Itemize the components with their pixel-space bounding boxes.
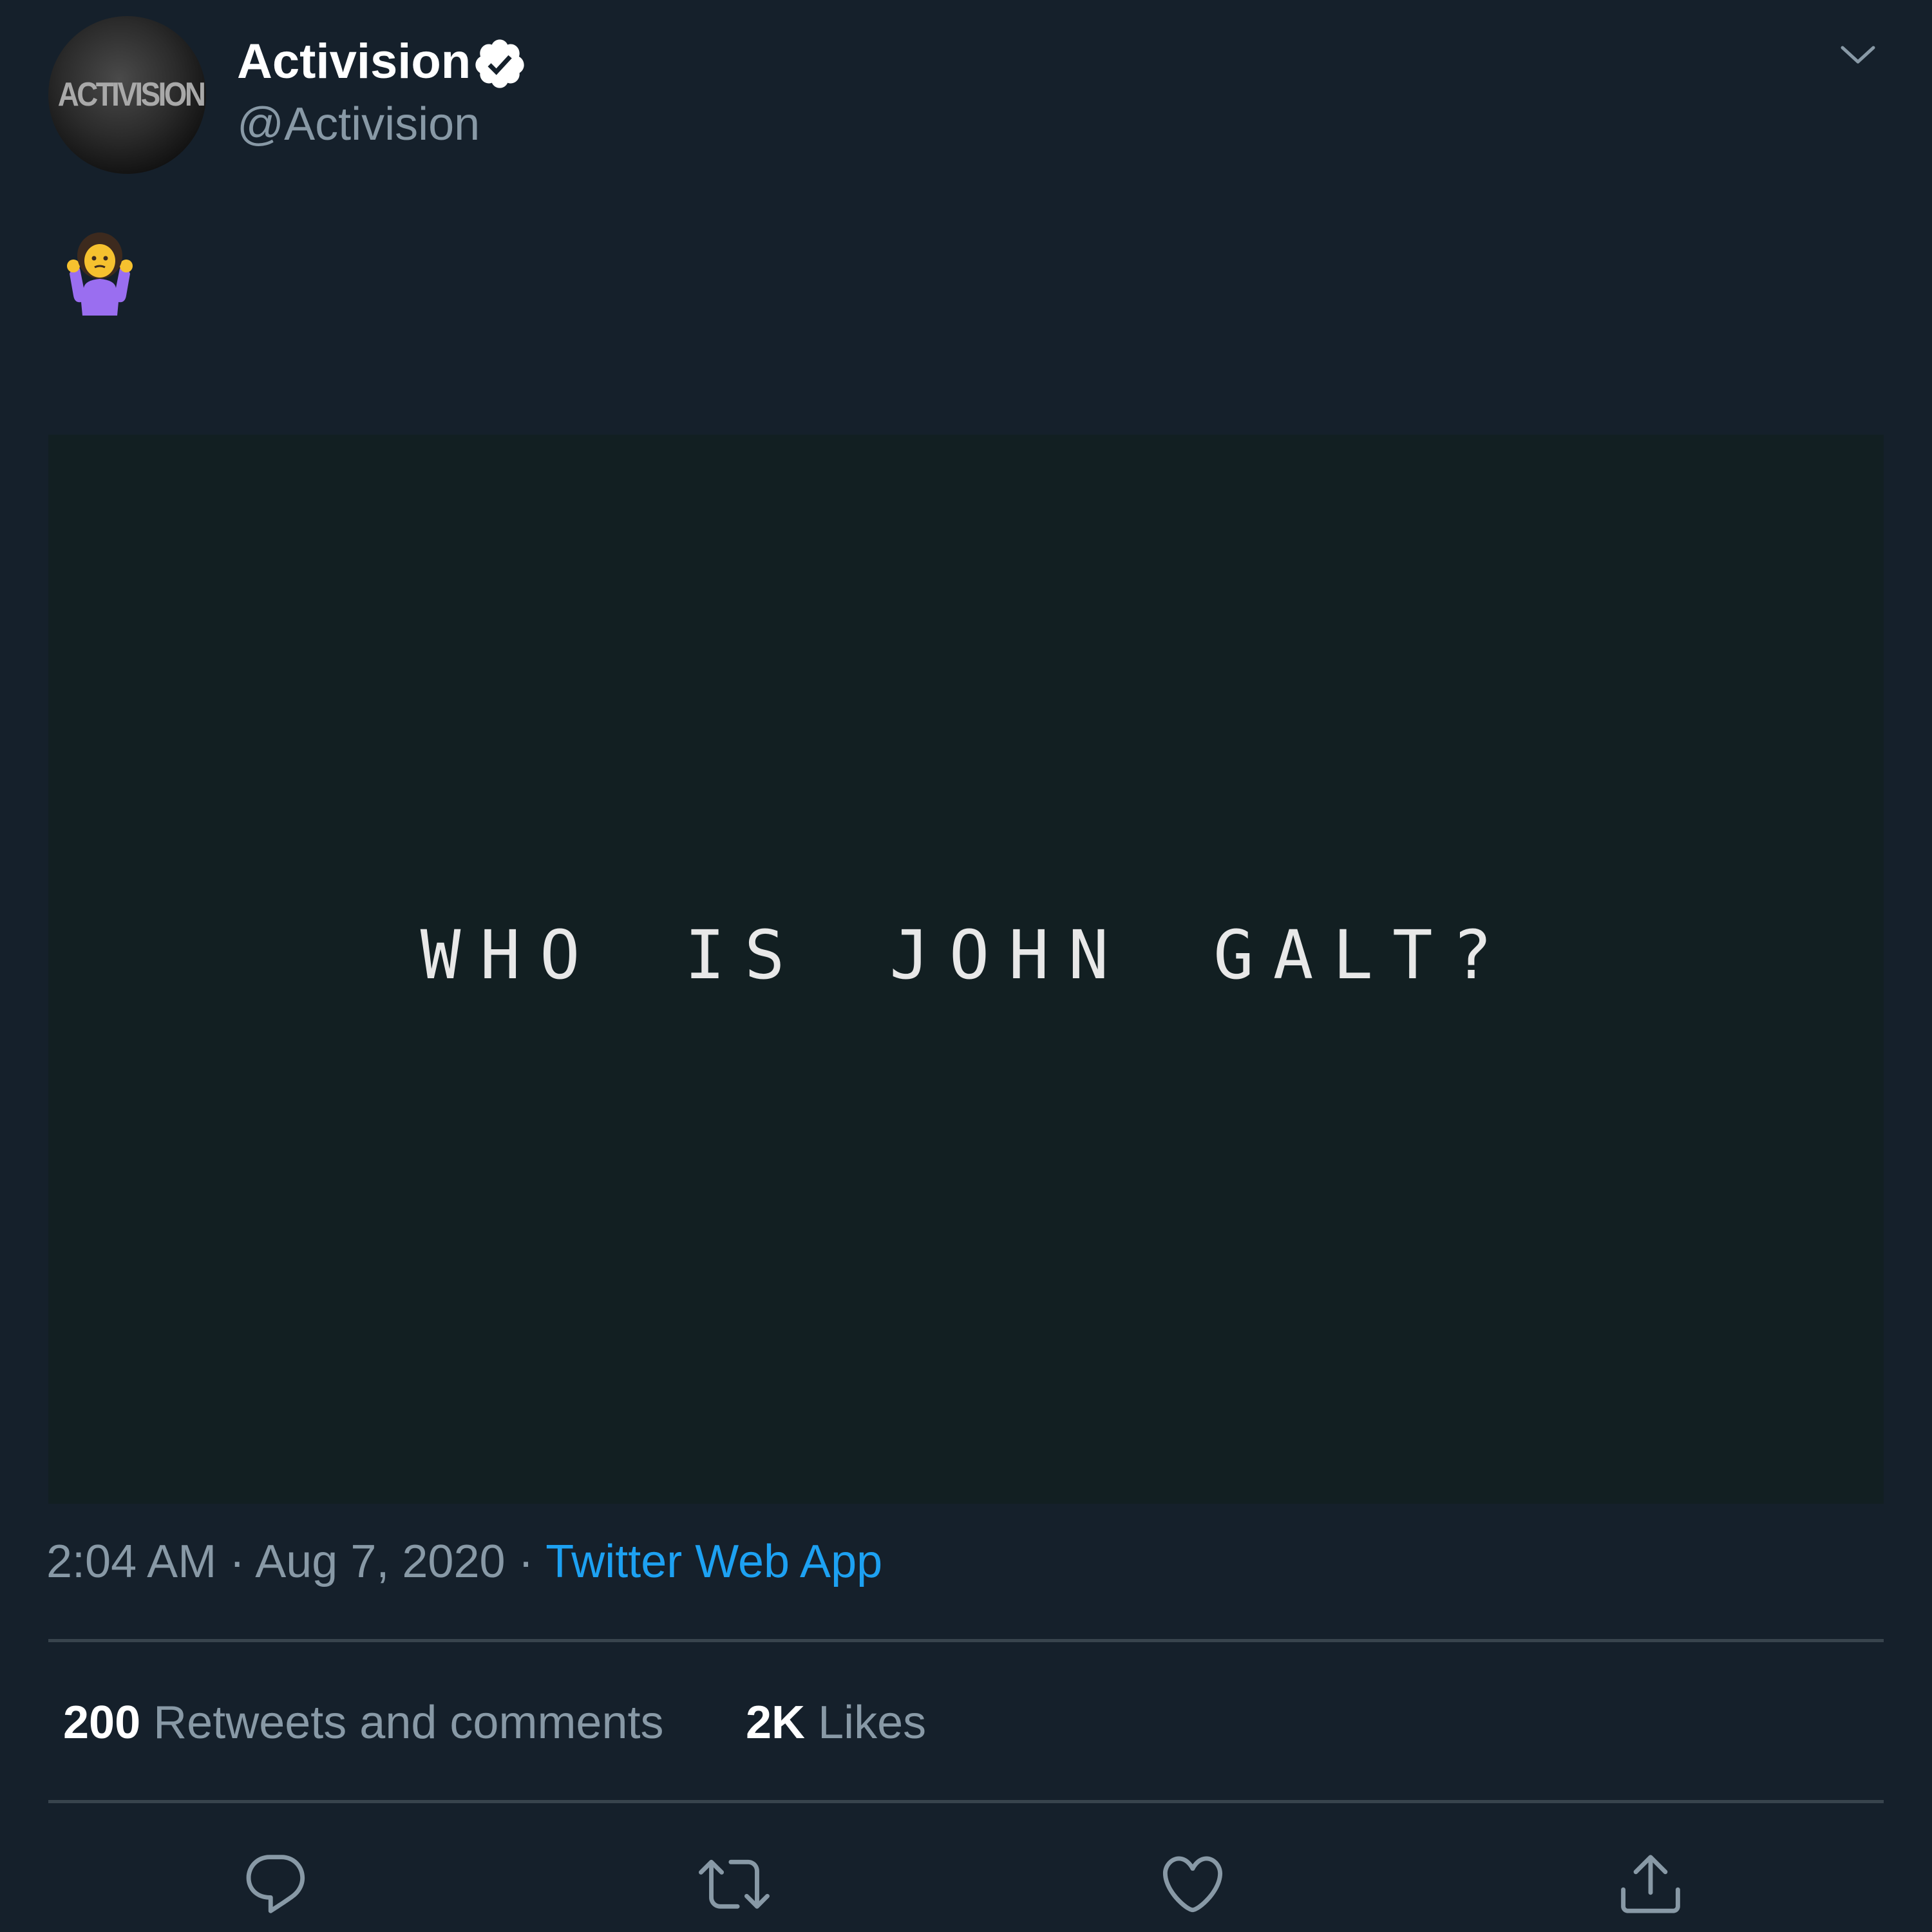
likes-count: 2K bbox=[746, 1697, 806, 1748]
like-icon bbox=[1162, 1856, 1223, 1913]
retweet-icon bbox=[699, 1859, 770, 1909]
retweets-count: 200 bbox=[63, 1697, 141, 1748]
likes-label: Likes bbox=[818, 1697, 927, 1748]
retweet-button[interactable] bbox=[699, 1848, 770, 1919]
tweet-time[interactable]: 2:04 AM bbox=[46, 1536, 216, 1587]
share-button[interactable] bbox=[1615, 1848, 1686, 1919]
reply-button[interactable] bbox=[240, 1848, 311, 1919]
retweets-stat[interactable]: 200 Retweets and comments bbox=[63, 1694, 664, 1752]
likes-stat[interactable]: 2K Likes bbox=[746, 1694, 926, 1752]
like-button[interactable] bbox=[1157, 1848, 1228, 1919]
divider bbox=[48, 1639, 1884, 1642]
divider bbox=[48, 1800, 1884, 1803]
reply-icon bbox=[246, 1855, 305, 1913]
tweet-timestamp-line: 2:04 AM · Aug 7, 2020 · Twitter Web App bbox=[46, 1533, 882, 1591]
chevron-down-icon[interactable] bbox=[1839, 39, 1877, 71]
tweet-detail: ACTIVISION Activision @Activision WHO IS… bbox=[0, 0, 1932, 1932]
tweet-source-link[interactable]: Twitter Web App bbox=[545, 1536, 882, 1587]
person-shrugging-emoji-icon bbox=[67, 232, 133, 316]
media-caption-text: WHO IS JOHN GALT? bbox=[420, 916, 1512, 994]
share-icon bbox=[1621, 1855, 1680, 1913]
meta-separator: · bbox=[518, 1536, 534, 1587]
retweets-label: Retweets and comments bbox=[153, 1697, 664, 1748]
avatar[interactable]: ACTIVISION bbox=[48, 16, 206, 174]
user-handle[interactable]: @Activision bbox=[237, 95, 480, 153]
verified-badge-icon bbox=[475, 39, 524, 88]
meta-separator: · bbox=[229, 1536, 245, 1587]
display-name[interactable]: Activision bbox=[237, 31, 471, 92]
tweet-date[interactable]: Aug 7, 2020 bbox=[255, 1536, 505, 1587]
avatar-logo: ACTIVISION bbox=[57, 76, 206, 113]
